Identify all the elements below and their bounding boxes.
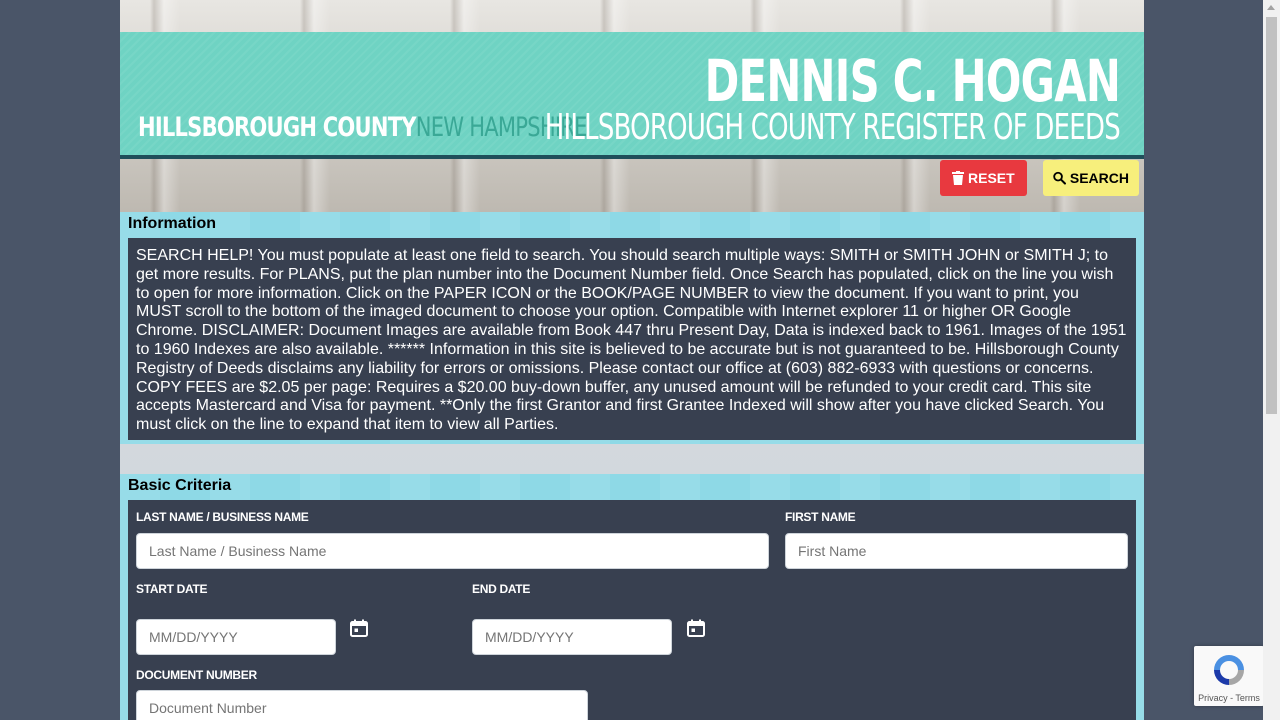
information-section: Information SEARCH HELP! You must popula… xyxy=(120,212,1144,444)
register-office: HILLSBOROUGH COUNTY REGISTER OF DEEDS xyxy=(544,107,1121,148)
reset-button[interactable]: RESET xyxy=(940,160,1027,196)
recaptcha-badge[interactable]: Privacy - Terms xyxy=(1194,646,1264,706)
reset-label: RESET xyxy=(968,170,1015,186)
page-container: HILLSBOROUGH COUNTYNEW HAMPSHIRE DENNIS … xyxy=(120,0,1144,720)
first-name-label: FIRST NAME xyxy=(785,510,856,524)
last-name-input[interactable] xyxy=(136,533,769,569)
trash-icon xyxy=(952,171,964,185)
county-title: HILLSBOROUGH COUNTYNEW HAMPSHIRE xyxy=(138,112,587,143)
scroll-up-icon[interactable] xyxy=(1267,5,1275,10)
last-name-label: LAST NAME / BUSINESS NAME xyxy=(136,510,309,524)
basic-criteria-section: Basic Criteria LAST NAME / BUSINESS NAME… xyxy=(120,474,1144,720)
end-date-label: END DATE xyxy=(472,582,531,596)
information-text: SEARCH HELP! You must populate at least … xyxy=(128,238,1136,440)
recaptcha-terms[interactable]: Privacy - Terms xyxy=(1194,693,1264,703)
end-date-calendar-icon[interactable] xyxy=(686,618,706,638)
scrollbar-thumb[interactable] xyxy=(1266,17,1277,414)
document-number-label: DOCUMENT NUMBER xyxy=(136,668,257,682)
register-name: DENNIS C. HOGAN xyxy=(704,47,1121,115)
first-name-input[interactable] xyxy=(785,533,1128,569)
start-date-calendar-icon[interactable] xyxy=(349,618,369,638)
recaptcha-icon xyxy=(1214,655,1244,685)
start-date-input[interactable] xyxy=(136,619,336,655)
header-banner: HILLSBOROUGH COUNTYNEW HAMPSHIRE DENNIS … xyxy=(120,32,1144,159)
county-name: HILLSBOROUGH COUNTY xyxy=(138,112,417,143)
search-label: SEARCH xyxy=(1069,170,1129,186)
basic-criteria-title: Basic Criteria xyxy=(128,477,232,494)
start-date-label: START DATE xyxy=(136,582,208,596)
search-icon xyxy=(1053,171,1066,185)
information-title: Information xyxy=(128,215,216,232)
criteria-panel: LAST NAME / BUSINESS NAME FIRST NAME STA… xyxy=(128,500,1136,720)
end-date-input[interactable] xyxy=(472,619,672,655)
page-scrollbar[interactable] xyxy=(1263,0,1280,720)
search-button[interactable]: SEARCH xyxy=(1043,160,1139,196)
document-number-input[interactable] xyxy=(136,690,588,720)
